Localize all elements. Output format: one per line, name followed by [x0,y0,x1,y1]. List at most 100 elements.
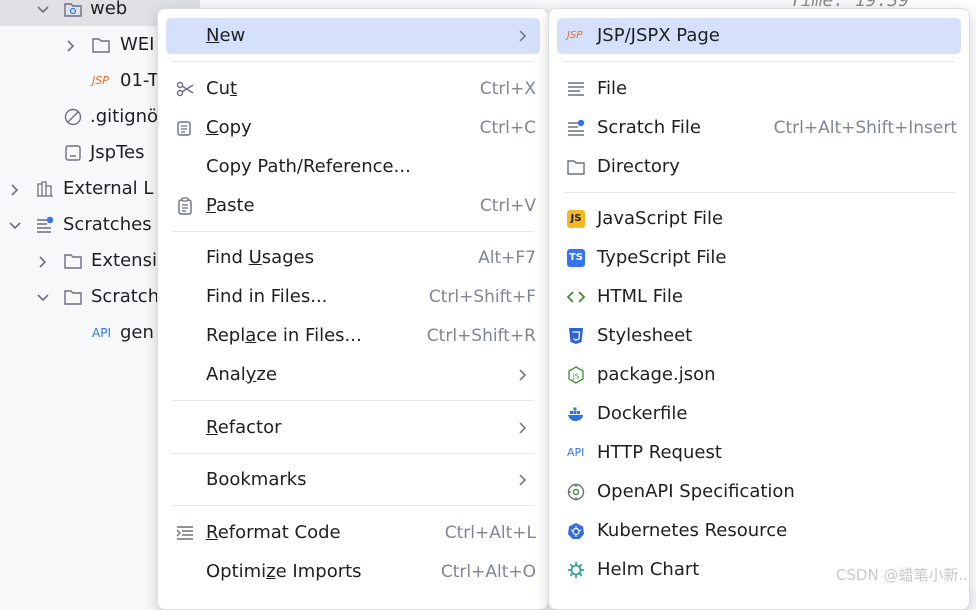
menu-item-find-usages[interactable]: Find Usages Alt+F7 [166,240,540,276]
menu-item-label: Directory [597,156,680,177]
menu-item-shortcut: Ctrl+Shift+R [426,326,536,346]
menu-item-label: Helm Chart [597,559,700,580]
menu-item-label: HTTP Request [597,442,722,463]
submenu-item-directory[interactable]: Directory [557,149,961,185]
menu-item-optimize-imports[interactable]: Optimize Imports Ctrl+Alt+O [166,554,540,590]
menu-item-label: Paste [206,195,255,216]
menu-item-label: File [597,78,628,99]
menu-item-label: New [206,25,246,46]
menu-separator [172,231,534,232]
menu-item-label: Find Usages [206,247,315,268]
menu-item-paste[interactable]: Paste Ctrl+V [166,188,540,224]
menu-item-reformat-code[interactable]: Reformat Code Ctrl+Alt+L [166,515,540,551]
api-file-icon: API [92,326,111,340]
menu-item-refactor[interactable]: Refactor [166,410,540,446]
tree-item-label: Scratch [91,286,160,307]
menu-separator [563,192,955,193]
tree-item-label: gen [120,322,154,343]
menu-item-label: Reformat Code [206,522,341,543]
chevron-down-icon[interactable] [36,291,50,305]
nodejs-icon: JS [568,366,584,384]
menu-item-label: Cut [206,78,238,99]
menu-item-cut[interactable]: Cut Ctrl+X [166,71,540,107]
submenu-item-file[interactable]: File [557,71,961,107]
html-icon [567,291,585,303]
menu-item-copy[interactable]: Copy Ctrl+C [166,110,540,146]
menu-item-bookmarks[interactable]: Bookmarks [166,462,540,498]
tree-item-label: web [90,0,128,19]
menu-item-analyze[interactable]: Analyze [166,357,540,393]
folder-icon [64,290,82,305]
openapi-icon [567,483,585,501]
docker-icon [568,407,583,421]
chevron-right-icon[interactable] [36,255,50,269]
submenu-item-scratch-file[interactable]: Scratch File Ctrl+Alt+Shift+Insert [557,110,961,146]
menu-item-label: Stylesheet [597,325,693,346]
menu-item-label: JSP/JSPX Page [597,25,720,46]
chevron-right-icon [519,369,527,381]
chevron-down-icon[interactable] [36,3,50,17]
menu-item-shortcut: Ctrl+Shift+F [428,287,536,307]
tree-item-label: JspTes [90,142,145,163]
submenu-item-html[interactable]: HTML File [557,279,961,315]
tree-item-label: WEI [120,34,155,55]
menu-separator [172,61,534,62]
menu-item-shortcut: Ctrl+Alt+L [444,523,536,543]
submenu-item-package-json[interactable]: JS package.json [557,357,961,393]
chevron-right-icon [519,474,527,486]
paste-icon [178,197,192,215]
menu-item-find-in-files[interactable]: Find in Files... Ctrl+Shift+F [166,279,540,315]
folder-icon [92,38,110,53]
submenu-item-dockerfile[interactable]: Dockerfile [557,396,961,432]
menu-item-replace-in-files[interactable]: Replace in Files... Ctrl+Shift+R [166,318,540,354]
submenu-item-stylesheet[interactable]: Stylesheet [557,318,961,354]
scratches-icon [37,216,54,233]
menu-item-label: Dockerfile [597,403,688,424]
typescript-icon: TS [567,249,585,267]
tree-item-label: 01-T [120,70,159,91]
menu-item-shortcut: Ctrl+V [479,196,536,216]
menu-item-label: Kubernetes Resource [597,520,788,541]
menu-item-shortcut: Ctrl+Alt+O [440,562,536,582]
chevron-down-icon[interactable] [8,219,22,233]
menu-item-label: Scratch File [597,117,701,138]
menu-item-label: Copy Path/Reference... [206,156,411,177]
chevron-right-icon[interactable] [64,39,78,53]
tree-item-label: Scratches [63,214,152,235]
menu-item-label: OpenAPI Specification [597,481,795,502]
submenu-item-openapi[interactable]: OpenAPI Specification [557,474,961,510]
menu-item-label: Refactor [206,417,282,438]
submenu-item-http-request[interactable]: API HTTP Request [557,435,961,471]
submenu-item-typescript[interactable]: TS TypeScript File [557,240,961,276]
menu-item-label: TypeScript File [597,247,727,268]
css-icon [569,328,583,344]
text-file-icon [568,82,584,96]
ignored-file-icon [64,108,82,126]
folder-icon [64,254,82,269]
chevron-right-icon [519,422,527,434]
submenu-item-javascript[interactable]: JS JavaScript File [557,201,961,237]
menu-item-shortcut: Ctrl+X [479,79,536,99]
menu-separator [172,400,534,401]
submenu-item-jsp-page[interactable]: JSP JSP/JSPX Page [557,18,961,54]
chevron-right-icon [519,30,527,42]
menu-item-label: Optimize Imports [206,561,362,582]
svg-text:JS: JS [572,373,580,381]
menu-item-label: package.json [597,364,716,385]
chevron-right-icon[interactable] [8,183,22,197]
libraries-icon [37,181,53,197]
javascript-icon: JS [567,210,585,228]
menu-item-new[interactable]: New [166,18,540,54]
reformat-icon [176,526,193,540]
menu-item-shortcut: Ctrl+Alt+Shift+Insert [773,118,957,138]
tree-item-label: Extensi [91,250,157,271]
web-folder-icon [64,3,82,17]
submenu-item-kubernetes[interactable]: Kubernetes Resource [557,513,961,549]
new-submenu: JSP JSP/JSPX Page File Scratch File Ctrl… [548,8,970,610]
menu-item-label: Bookmarks [206,469,307,490]
helm-icon [568,562,584,578]
menu-item-shortcut: Alt+F7 [478,248,536,268]
menu-separator [172,453,534,454]
menu-item-copy-path[interactable]: Copy Path/Reference... [166,149,540,185]
scratch-file-icon [568,119,585,136]
